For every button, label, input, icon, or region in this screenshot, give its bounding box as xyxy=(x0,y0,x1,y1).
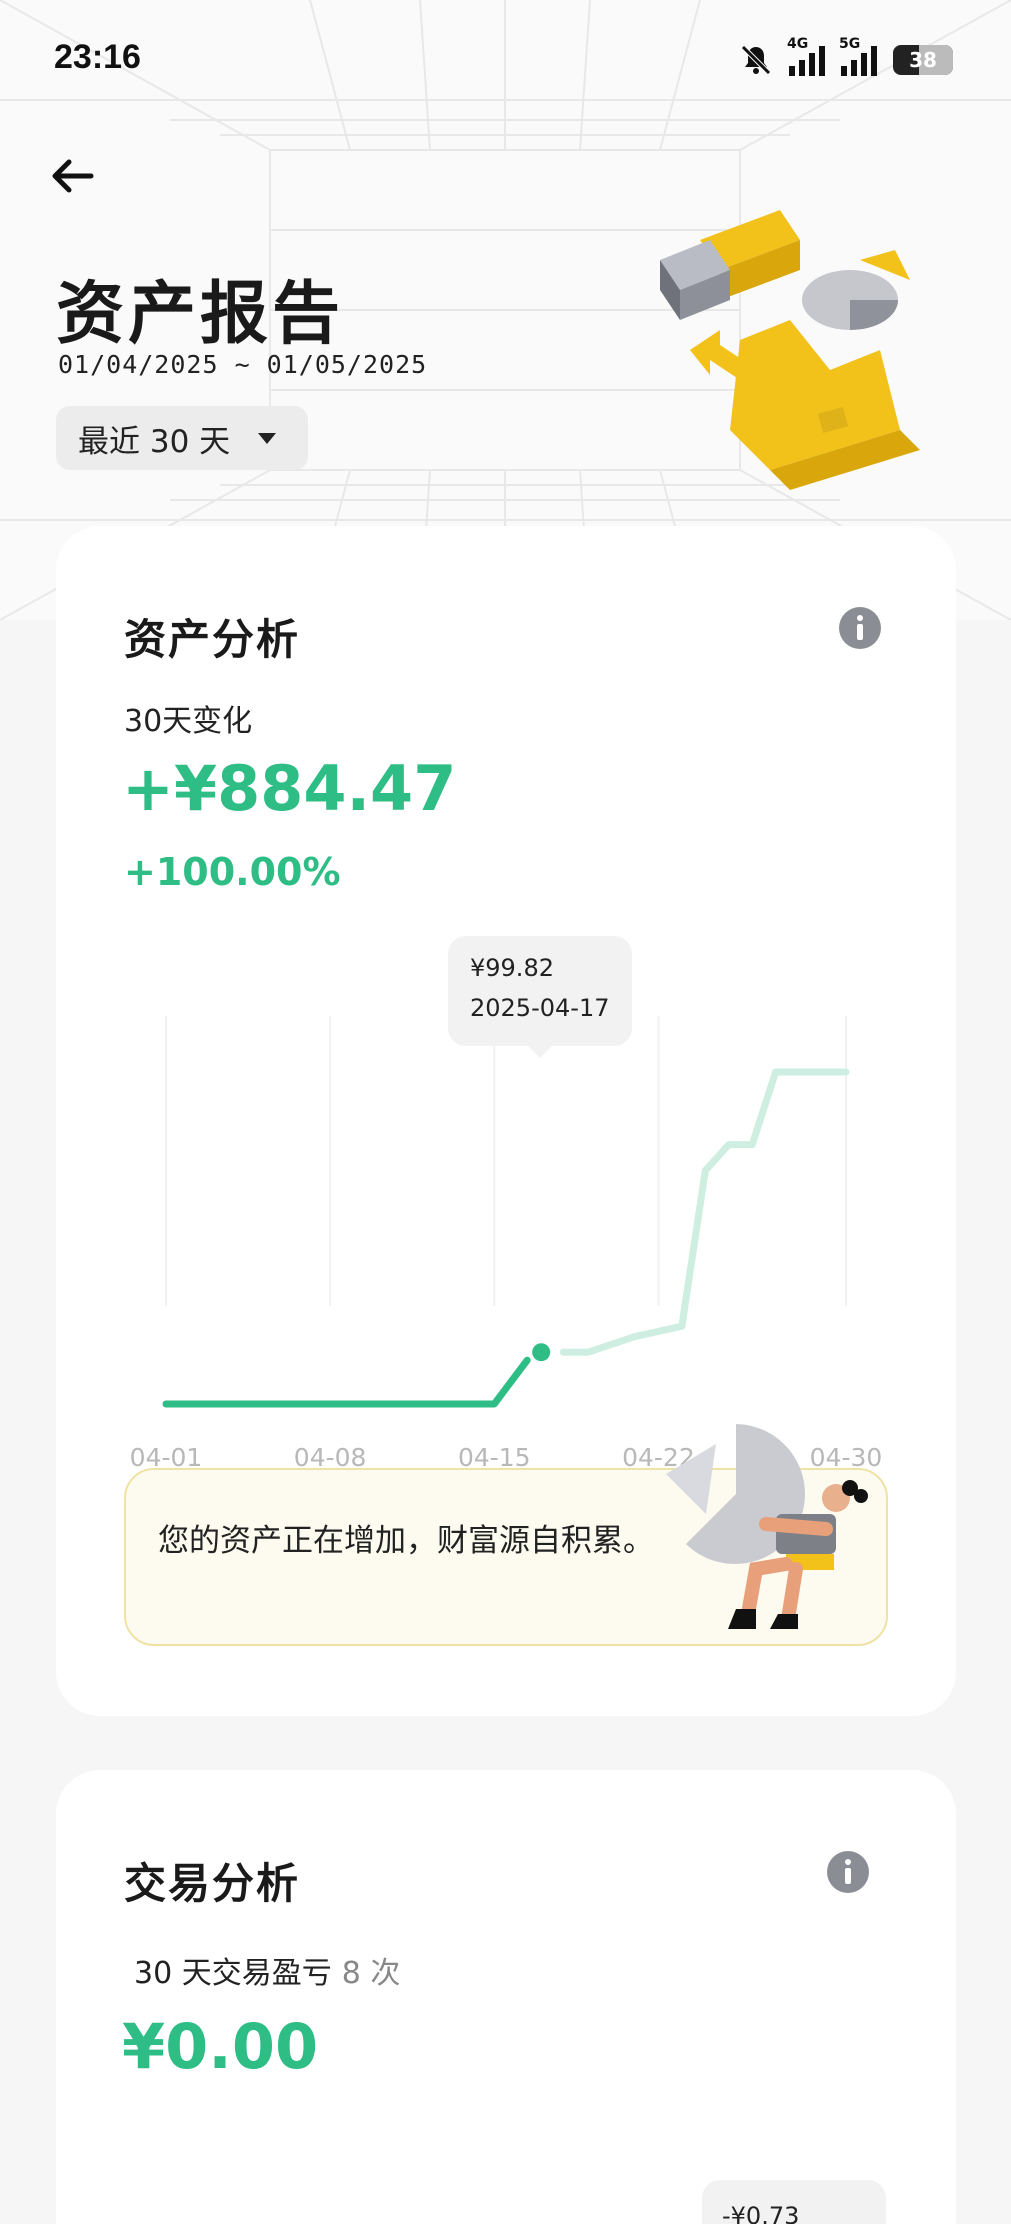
network-label-5g: 5G xyxy=(839,36,861,52)
trade-pl-row: 30 天交易盈亏 8 次 xyxy=(134,1948,400,1992)
network-label-4g: 4G xyxy=(787,36,809,52)
asset-tip-text: 您的资产正在增加，财富源自积累。 xyxy=(158,1523,654,1559)
trade-chart-tooltip: -¥0.73 xyxy=(702,2180,886,2224)
signal-icon: 4G xyxy=(787,36,825,76)
change-percent: +100.00% xyxy=(124,850,341,894)
info-icon[interactable] xyxy=(826,1850,870,1894)
info-icon[interactable] xyxy=(838,606,882,650)
asset-analysis-title: 资产分析 xyxy=(124,615,301,664)
change-amount: +¥884.47 xyxy=(122,752,457,825)
tooltip-value: ¥99.82 xyxy=(470,954,554,982)
trade-analysis-card: 交易分析 30 天交易盈亏 8 次 ¥0.00 -¥0.73 xyxy=(56,1770,956,2224)
status-icons: 4G 5G 38 xyxy=(739,36,953,80)
battery-icon: 38 xyxy=(893,45,953,75)
status-bar: 23:16 4G 5G 38 xyxy=(0,0,1011,120)
trade-count: 8 次 xyxy=(341,1956,401,1991)
date-range: 01/04/2025 ~ 01/05/2025 xyxy=(58,350,428,379)
report-illustration xyxy=(660,210,920,490)
trade-pl-label: 30 天交易盈亏 xyxy=(134,1956,332,1991)
signal-icon: 5G xyxy=(839,36,877,76)
series-line-past xyxy=(162,1356,531,1408)
arrow-left-icon xyxy=(52,159,94,193)
period-selector[interactable]: 最近 30 天 xyxy=(56,406,308,470)
status-time: 23:16 xyxy=(54,38,141,76)
woman-with-pie-chart-illustration xyxy=(666,1424,868,1629)
bell-muted-icon xyxy=(741,45,771,75)
caret-down-icon xyxy=(258,432,277,444)
battery-level: 38 xyxy=(909,48,937,72)
tooltip-arrow xyxy=(528,1046,552,1058)
change-label: 30天变化 xyxy=(124,704,253,739)
trade-analysis-title: 交易分析 xyxy=(124,1859,301,1908)
trade-pl-amount: ¥0.00 xyxy=(122,2010,319,2083)
page-title: 资产报告 xyxy=(56,275,345,354)
tooltip-date: 2025-04-17 xyxy=(470,994,610,1022)
highlight-point[interactable] xyxy=(532,1343,551,1362)
series-line-future xyxy=(559,1068,850,1356)
chart-tooltip: ¥99.82 2025-04-17 xyxy=(448,936,632,1058)
asset-analysis-card: 资产分析 30天变化 +¥884.47 +100.00% 04-01 04-08 0… xyxy=(56,526,956,1716)
back-button[interactable] xyxy=(44,148,100,204)
period-selector-label: 最近 30 天 xyxy=(78,423,231,460)
trade-chip-value: -¥0.73 xyxy=(722,2202,800,2224)
